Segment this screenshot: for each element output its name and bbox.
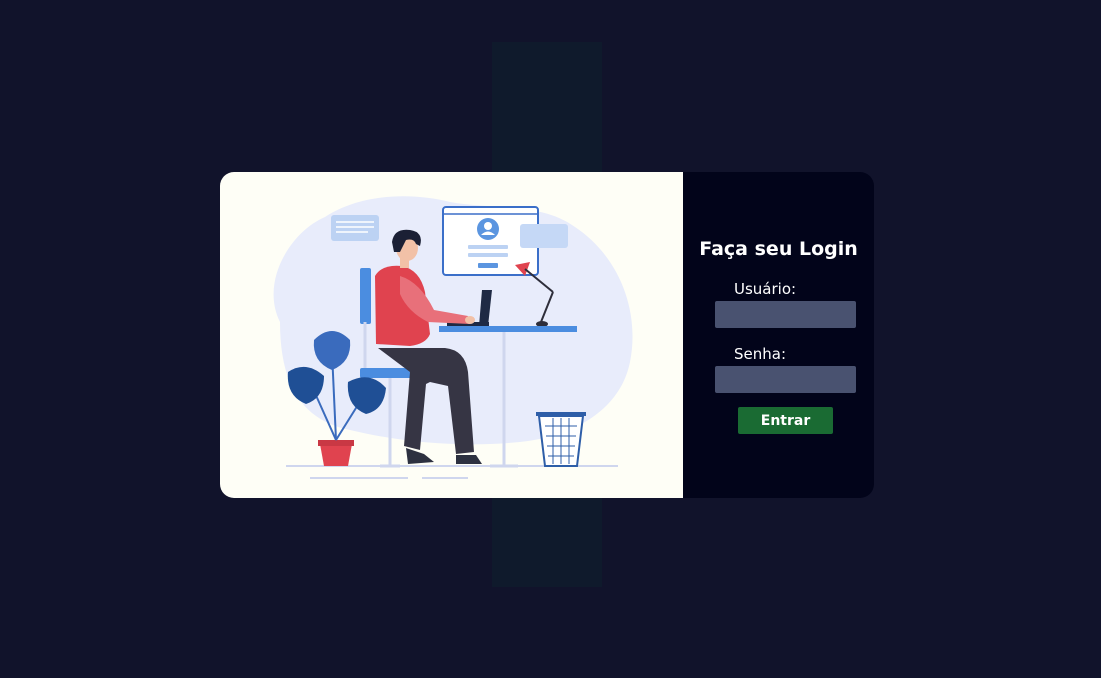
password-input[interactable] <box>715 366 856 393</box>
login-page: Faça seu Login Usuário: Senha: Entrar <box>0 0 1101 678</box>
illustration-panel <box>220 172 683 498</box>
trash-bin-icon <box>536 412 586 467</box>
username-label: Usuário: <box>734 280 797 298</box>
login-form-panel: Faça seu Login Usuário: Senha: Entrar <box>683 172 874 498</box>
workspace-illustration <box>273 196 633 479</box>
username-input[interactable] <box>715 301 856 328</box>
login-button[interactable]: Entrar <box>738 407 833 434</box>
login-card: Faça seu Login Usuário: Senha: Entrar <box>220 172 874 498</box>
password-label: Senha: <box>734 345 787 363</box>
chat-bubble-icon <box>331 215 379 241</box>
login-title: Faça seu Login <box>699 238 858 260</box>
